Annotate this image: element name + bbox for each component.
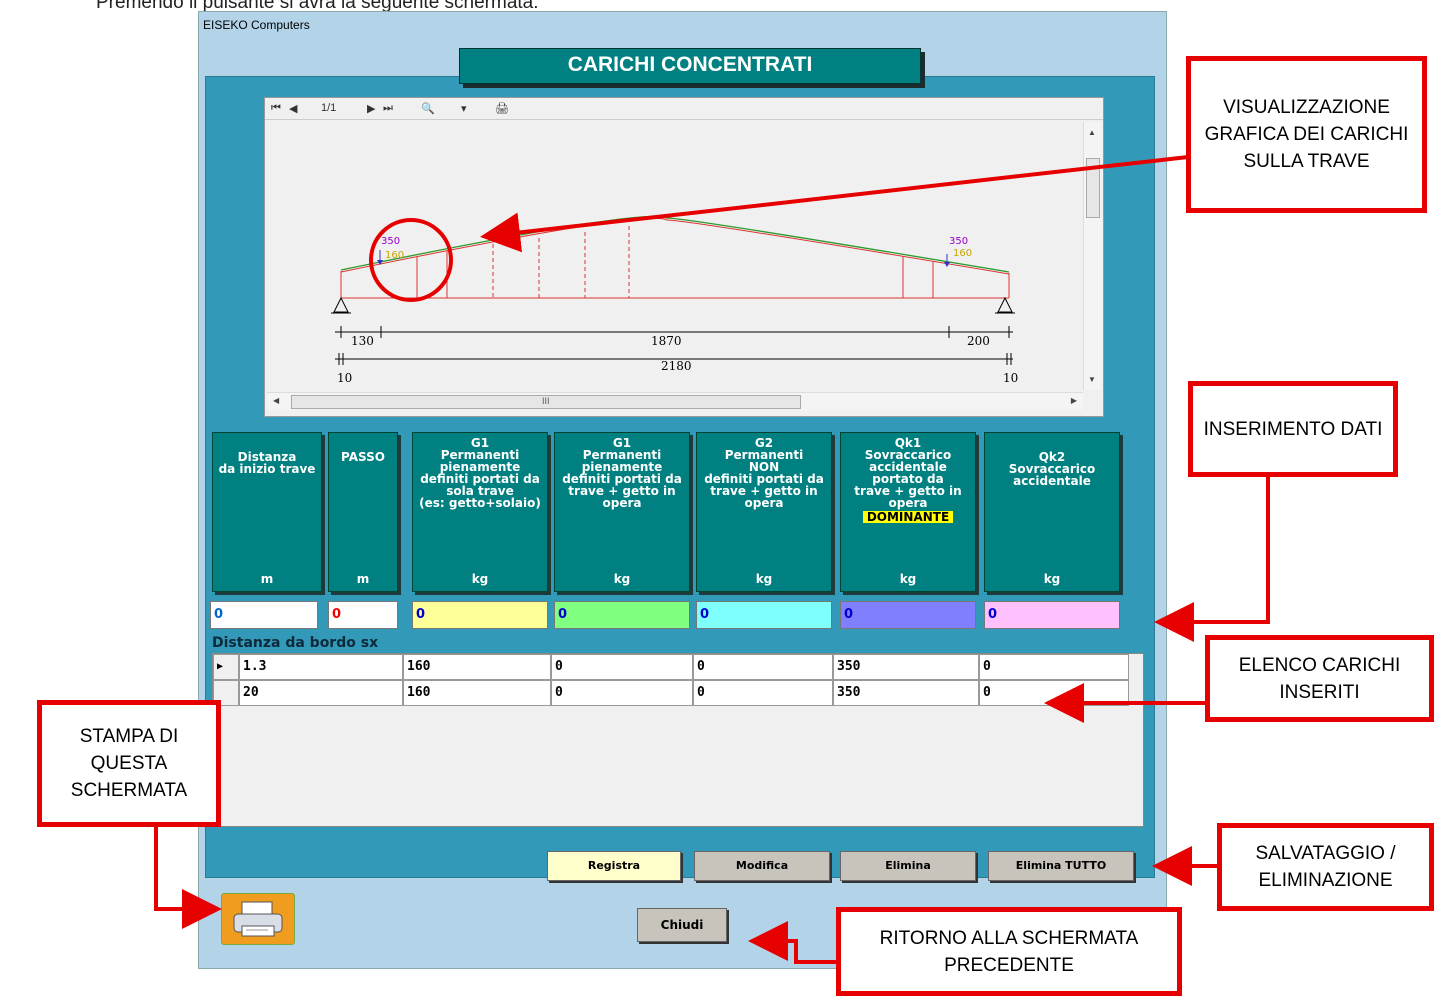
load-arrow-right-head — [944, 262, 950, 267]
chiudi-button[interactable]: Chiudi — [637, 908, 727, 942]
horizontal-scroll-thumb[interactable]: III — [291, 395, 801, 409]
vertical-scroll-thumb[interactable] — [1086, 158, 1100, 218]
modifica-button[interactable]: Modifica — [694, 851, 830, 881]
app-window: EISEKO Computers ⏮ ◀ 1/1 ▶ ⏭ 🔍 ▾ 🖨 350 1… — [198, 11, 1167, 969]
preview-vertical-scrollbar[interactable]: ▲ ▼ — [1083, 122, 1101, 390]
scroll-up-icon[interactable]: ▲ — [1088, 128, 1096, 137]
g2-input[interactable]: 0 — [696, 601, 832, 629]
beam-top-green — [340, 215, 1010, 273]
beam-top-red — [340, 217, 1010, 275]
table-cell[interactable]: 350 — [833, 654, 979, 680]
dominante-badge: DOMINANTE — [862, 511, 954, 523]
table-cell[interactable]: 0 — [693, 680, 833, 706]
table-cell[interactable]: 1.3 — [239, 654, 403, 680]
table-row[interactable]: 20 160 0 0 350 0 — [213, 680, 1129, 706]
table-cell[interactable]: 350 — [833, 680, 979, 706]
preview-toolbar: ⏮ ◀ 1/1 ▶ ⏭ 🔍 ▾ 🖨 — [265, 98, 1103, 120]
printer-icon — [233, 901, 283, 937]
distanza-input[interactable]: 0 — [210, 601, 318, 629]
table-cell[interactable]: 0 — [693, 654, 833, 680]
prev-page-icon[interactable]: ◀ — [289, 102, 297, 115]
load-left-g: 160 — [385, 250, 404, 261]
header-qk1: Qk1 Sovraccarico accidentale portato da … — [840, 432, 976, 592]
loads-table[interactable]: ▶ 1.3 160 0 0 350 0 20 160 0 0 350 0 — [212, 653, 1144, 827]
table-cell[interactable]: 0 — [979, 654, 1129, 680]
arrow-inserimento — [1154, 477, 1270, 642]
table-cell[interactable]: 160 — [403, 654, 551, 680]
beam-drawing: 350 160 350 160 130 1870 200 2180 10 10 — [267, 122, 1083, 390]
support-left-icon — [333, 296, 349, 313]
registra-button[interactable]: Registra — [547, 851, 681, 881]
callout-salvataggio: SALVATAGGIO / ELIMINAZIONE — [1217, 823, 1434, 911]
scroll-down-icon[interactable]: ▼ — [1088, 375, 1096, 384]
page-indicator: 1/1 — [321, 102, 337, 114]
first-page-icon[interactable]: ⏮ — [271, 102, 281, 115]
dim-left: 130 — [351, 334, 374, 348]
load-left-q: 350 — [381, 236, 400, 247]
table-cell[interactable]: 0 — [551, 654, 693, 680]
header-distanza: Distanza da inizio trave m — [212, 432, 322, 592]
beam-drawing-svg: 350 160 350 160 130 1870 200 2180 10 10 — [331, 215, 1018, 385]
table-cell[interactable]: 20 — [239, 680, 403, 706]
dim-middle: 1870 — [651, 334, 682, 348]
header-g1-trave-getto: G1 Permanenti pienamente definiti portat… — [554, 432, 690, 592]
row-selector-icon[interactable]: ▶ — [213, 654, 239, 680]
passo-input[interactable]: 0 — [328, 601, 398, 629]
load-right-g: 160 — [953, 248, 972, 259]
header-g1-sola-trave: G1 Permanenti pienamente definiti portat… — [412, 432, 548, 592]
table-cell[interactable]: 0 — [551, 680, 693, 706]
table-row[interactable]: ▶ 1.3 160 0 0 350 0 — [213, 654, 1129, 680]
distanza-bordo-label: Distanza da bordo sx — [212, 635, 379, 651]
zoom-icon[interactable]: 🔍 — [421, 102, 435, 115]
last-page-icon[interactable]: ⏭ — [383, 102, 393, 115]
zoom-dropdown-icon[interactable]: ▾ — [461, 102, 467, 115]
page-title: CARICHI CONCENTRATI — [459, 48, 921, 84]
scroll-left-icon[interactable]: ◀ — [273, 396, 279, 405]
qk2-input[interactable]: 0 — [984, 601, 1120, 629]
beam-preview: ⏮ ◀ 1/1 ▶ ⏭ 🔍 ▾ 🖨 350 160 350 160 130 18… — [264, 97, 1104, 417]
table-cell[interactable]: 0 — [979, 680, 1129, 706]
callout-inserimento: INSERIMENTO DATI — [1188, 381, 1398, 477]
next-page-icon[interactable]: ▶ — [367, 102, 375, 115]
dim-total: 2180 — [661, 359, 692, 373]
header-qk2: Qk2 Sovraccarico accidentale kg — [984, 432, 1120, 592]
elimina-button[interactable]: Elimina — [840, 851, 976, 881]
support-right-icon — [997, 296, 1013, 313]
main-panel: ⏮ ◀ 1/1 ▶ ⏭ 🔍 ▾ 🖨 350 160 350 160 130 18… — [205, 76, 1155, 881]
callout-visualizzazione: VISUALIZZAZIONE GRAFICA DEI CARICHI SULL… — [1186, 56, 1427, 213]
window-title: EISEKO Computers — [203, 18, 310, 32]
support-left-dim: 10 — [337, 371, 352, 385]
qk1-input[interactable]: 0 — [840, 601, 976, 629]
dim-right: 200 — [967, 334, 990, 348]
callout-elenco: ELENCO CARICHI INSERITI — [1205, 635, 1434, 722]
support-right-dim: 10 — [1003, 371, 1018, 385]
scroll-grip: III — [542, 396, 550, 406]
print-button[interactable] — [221, 893, 295, 945]
preview-print-icon[interactable]: 🖨 — [495, 102, 509, 115]
callout-ritorno: RITORNO ALLA SCHERMATA PRECEDENTE — [836, 907, 1182, 996]
load-right-q: 350 — [949, 236, 968, 247]
header-passo: PASSO m — [328, 432, 398, 592]
elimina-tutto-button[interactable]: Elimina TUTTO — [988, 851, 1134, 881]
table-cell[interactable]: 160 — [403, 680, 551, 706]
header-g2: G2 Permanenti NON definiti portati da tr… — [696, 432, 832, 592]
preview-horizontal-scrollbar[interactable]: ◀ III ▶ — [267, 392, 1083, 410]
g1-sola-trave-input[interactable]: 0 — [412, 601, 548, 629]
callout-stampa: STAMPA DI QUESTA SCHERMATA — [37, 700, 221, 827]
scroll-right-icon[interactable]: ▶ — [1071, 396, 1077, 405]
g1-trave-getto-input[interactable]: 0 — [554, 601, 690, 629]
